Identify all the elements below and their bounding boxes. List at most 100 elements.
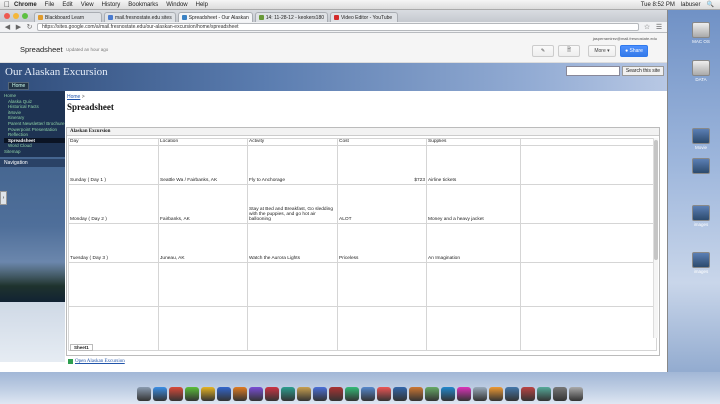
browser-tab[interactable]: Spreadsheet - Our Alaskan	[177, 12, 253, 22]
star-icon[interactable]: ☆	[643, 23, 651, 31]
table-cell[interactable]: Tuesday ( Day 3 )	[68, 223, 159, 263]
dock-app-icon[interactable]	[313, 387, 327, 401]
spotlight-icon[interactable]: 🔍	[707, 1, 714, 8]
table-cell[interactable]	[247, 262, 338, 307]
sidebar-item[interactable]: Sitemap	[4, 149, 65, 155]
dock-app-icon[interactable]	[217, 387, 231, 401]
site-name[interactable]: Our Alaskan Excursion	[5, 66, 108, 78]
table-cell[interactable]: Location	[158, 138, 248, 146]
site-search-input[interactable]	[566, 66, 620, 76]
table-cell[interactable]	[247, 306, 338, 351]
home-nav-button[interactable]: Home	[8, 82, 30, 90]
minimize-window-button[interactable]	[13, 13, 19, 19]
browser-tab[interactable]: Video Editor - YouTube	[330, 12, 399, 22]
menu-edit[interactable]: Edit	[62, 2, 72, 8]
desktop-icon[interactable]: MAC OS	[686, 22, 716, 44]
dock-app-icon[interactable]	[345, 387, 359, 401]
table-cell[interactable]	[520, 145, 657, 185]
dock-app-icon[interactable]	[425, 387, 439, 401]
table-cell[interactable]	[426, 262, 521, 307]
dock-app-icon[interactable]	[377, 387, 391, 401]
table-cell[interactable]: Cost	[337, 138, 427, 146]
browser-tab[interactable]: Blackboard Learn	[34, 12, 102, 22]
dock-app-icon[interactable]	[233, 387, 247, 401]
sidebar-item[interactable]: Parent Newsletter/ Brochure	[4, 121, 65, 127]
table-cell[interactable]: An Imagination	[426, 223, 521, 263]
breadcrumb-home[interactable]: Home	[67, 94, 80, 100]
browser-tab[interactable]: mail.fresnostate.edu sites	[104, 12, 176, 22]
table-cell[interactable]	[158, 306, 248, 351]
table-cell[interactable]	[520, 138, 657, 146]
table-cell[interactable]	[158, 262, 248, 307]
dock-app-icon[interactable]	[457, 387, 471, 401]
table-cell[interactable]: Watch the Aurora Lights	[247, 223, 338, 263]
dock-app-icon[interactable]	[361, 387, 375, 401]
user-name[interactable]: labuser	[681, 2, 701, 8]
dock-app-icon[interactable]	[489, 387, 503, 401]
table-cell[interactable]	[68, 262, 159, 307]
share-button[interactable]: ● Share	[620, 45, 648, 57]
dock-app-icon[interactable]	[569, 387, 583, 401]
menu-help[interactable]: Help	[196, 2, 208, 8]
table-cell[interactable]: Seattle Wa / Fairbanks, AK	[158, 145, 248, 185]
dock-app-icon[interactable]	[409, 387, 423, 401]
desktop-icon[interactable]: DATA	[686, 60, 716, 82]
table-cell[interactable]: Activity	[247, 138, 338, 146]
table-cell[interactable]: Supplies	[426, 138, 521, 146]
table-cell[interactable]: Fairbanks, AK	[158, 184, 248, 224]
dock-app-icon[interactable]	[393, 387, 407, 401]
dock-app-icon[interactable]	[169, 387, 183, 401]
table-cell[interactable]: Money and a heavy jacket	[426, 184, 521, 224]
table-cell[interactable]	[520, 184, 657, 224]
sheet-tab[interactable]: Sheet1	[70, 344, 93, 351]
dock-app-icon[interactable]	[521, 387, 535, 401]
expand-sidebar-icon[interactable]: ›	[0, 191, 7, 205]
table-cell[interactable]: Fly to Anchorage	[247, 145, 338, 185]
edit-page-button[interactable]: ✎	[532, 45, 554, 57]
open-spreadsheet-link[interactable]: Open Alaskan Excursion	[68, 359, 125, 364]
dock-app-icon[interactable]	[297, 387, 311, 401]
dock-app-icon[interactable]	[473, 387, 487, 401]
table-cell[interactable]: Priceless	[337, 223, 427, 263]
table-cell[interactable]	[337, 306, 427, 351]
menu-window[interactable]: Window	[166, 2, 187, 8]
spreadsheet-grid[interactable]: Day Location Activity Cost Supplies Sunday ( …	[68, 138, 657, 351]
new-page-button[interactable]: 🗎	[558, 45, 580, 57]
search-site-button[interactable]: Search this site	[622, 66, 664, 76]
table-cell[interactable]: Day	[68, 138, 159, 146]
dock-app-icon[interactable]	[281, 387, 295, 401]
table-cell[interactable]: ALOT	[337, 184, 427, 224]
close-window-button[interactable]	[4, 13, 10, 19]
menu-history[interactable]: History	[102, 2, 121, 8]
back-icon[interactable]: ◀	[4, 23, 11, 31]
desktop-icon[interactable]: images	[686, 252, 716, 274]
desktop-icon[interactable]: images	[686, 205, 716, 227]
table-cell[interactable]	[520, 223, 657, 263]
table-cell[interactable]: Airline tickets	[426, 145, 521, 185]
embedded-spreadsheet[interactable]: Alaskan Excursion Day Location Activity Cos…	[66, 127, 660, 356]
dock-app-icon[interactable]	[329, 387, 343, 401]
dock-app-icon[interactable]	[153, 387, 167, 401]
menu-bookmarks[interactable]: Bookmarks	[128, 2, 158, 8]
reload-icon[interactable]: ↻	[26, 23, 33, 31]
dock-app-icon[interactable]	[441, 387, 455, 401]
desktop-icon[interactable]: Movie	[686, 128, 716, 150]
account-email[interactable]: jasperramirez@mail.fresnostate.edu	[593, 36, 657, 41]
zoom-window-button[interactable]	[22, 13, 28, 19]
dock-app-icon[interactable]	[201, 387, 215, 401]
menu-view[interactable]: View	[81, 2, 94, 8]
chrome-menu-icon[interactable]: ☰	[655, 23, 663, 31]
sheet-scrollbar[interactable]	[653, 138, 658, 338]
menu-app[interactable]: Chrome	[14, 2, 37, 8]
dock-app-icon[interactable]	[537, 387, 551, 401]
url-input[interactable]: https://sites.google.com/a/mail.fresnost…	[37, 23, 639, 31]
apple-icon[interactable]: 	[0, 0, 14, 9]
dock-app-icon[interactable]	[265, 387, 279, 401]
desktop-icon[interactable]	[686, 158, 716, 175]
browser-tab[interactable]: 14: 11-28-12 - keokers180	[254, 12, 329, 22]
table-cell[interactable]	[337, 262, 427, 307]
table-cell[interactable]: Sunday ( Day 1 )	[68, 145, 159, 185]
dock-app-icon[interactable]	[553, 387, 567, 401]
table-cell[interactable]: Juneau, AK	[158, 223, 248, 263]
dock-app-icon[interactable]	[137, 387, 151, 401]
